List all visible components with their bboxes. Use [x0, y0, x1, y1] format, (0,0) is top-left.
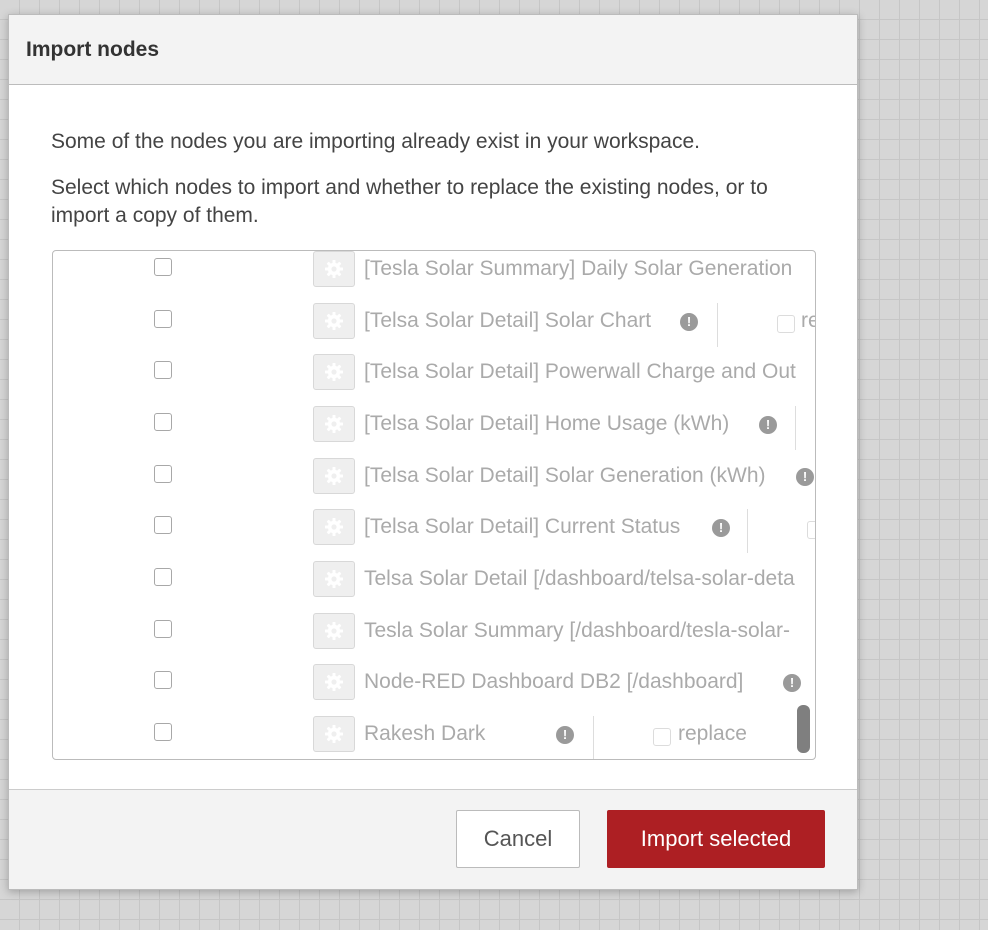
exclamation-circle-icon: ! [796, 468, 814, 486]
list-scrollbar-thumb[interactable] [797, 705, 810, 753]
column-divider [795, 406, 796, 450]
node-label: [Tesla Solar Summary] Daily Solar Genera… [364, 257, 793, 280]
import-node-checkbox[interactable] [154, 258, 172, 276]
exclamation-circle-icon: ! [759, 416, 777, 434]
replace-label: re [801, 309, 815, 332]
node-row: [Telsa Solar Detail] Current Status! [53, 509, 815, 561]
import-node-checkbox[interactable] [154, 620, 172, 638]
dialog-body: Some of the nodes you are importing alre… [9, 85, 857, 789]
import-node-checkbox[interactable] [154, 671, 172, 689]
exclamation-circle-icon: ! [556, 726, 574, 744]
node-label: Telsa Solar Detail [/dashboard/telsa-sol… [364, 567, 795, 590]
node-row: Rakesh Dark! replace [53, 716, 815, 759]
node-label: [Telsa Solar Detail] Solar Generation (k… [364, 464, 766, 487]
node-label: [Telsa Solar Detail] Solar Chart [364, 309, 652, 332]
node-config-button[interactable] [313, 613, 355, 649]
node-label: [Telsa Solar Detail] Current Status [364, 515, 681, 538]
column-divider [747, 509, 748, 553]
import-node-checkbox[interactable] [154, 516, 172, 534]
node-label: [Telsa Solar Detail] Home Usage (kWh) [364, 412, 730, 435]
dialog-title: Import nodes [26, 38, 160, 61]
cancel-button[interactable]: Cancel [456, 810, 580, 868]
exclamation-circle-icon: ! [712, 519, 730, 537]
node-row: [Telsa Solar Detail] Solar Generation (k… [53, 458, 815, 510]
replace-label: replace [678, 722, 747, 745]
node-label: [Telsa Solar Detail] Powerwall Charge an… [364, 360, 796, 383]
node-row: Node-RED Dashboard DB2 [/dashboard]! [53, 664, 815, 716]
existing-nodes-message: Some of the nodes you are importing alre… [51, 130, 701, 153]
import-node-checkbox[interactable] [154, 413, 172, 431]
node-label: Tesla Solar Summary [/dashboard/tesla-so… [364, 619, 791, 642]
import-node-checkbox[interactable] [154, 465, 172, 483]
replace-checkbox[interactable] [807, 521, 815, 539]
node-config-button[interactable] [313, 354, 355, 390]
select-nodes-instructions: Select which nodes to import and whether… [51, 176, 768, 227]
import-node-checkbox[interactable] [154, 568, 172, 586]
dialog-header: Import nodes [9, 15, 857, 85]
column-divider [593, 716, 594, 759]
node-config-button[interactable] [313, 716, 355, 752]
import-nodes-dialog: Import nodes Some of the nodes you are i… [8, 14, 858, 890]
import-selected-button[interactable]: Import selected [607, 810, 825, 868]
column-divider [717, 303, 718, 347]
node-config-button[interactable] [313, 251, 355, 287]
import-node-checkbox[interactable] [154, 310, 172, 328]
node-label: Node-RED Dashboard DB2 [/dashboard] [364, 670, 744, 693]
node-row: Tesla Solar Summary [/dashboard/tesla-so… [53, 613, 815, 665]
node-config-button[interactable] [313, 303, 355, 339]
import-node-checkbox[interactable] [154, 361, 172, 379]
node-row: [Telsa Solar Detail] Powerwall Charge an… [53, 354, 815, 406]
node-config-button[interactable] [313, 664, 355, 700]
node-config-button[interactable] [313, 561, 355, 597]
node-config-button[interactable] [313, 406, 355, 442]
node-row: [Telsa Solar Detail] Home Usage (kWh)! [53, 406, 815, 458]
exclamation-circle-icon: ! [783, 674, 801, 692]
node-row: [Tesla Solar Summary] Daily Solar Genera… [53, 251, 815, 303]
exclamation-circle-icon: ! [680, 313, 698, 331]
node-config-button[interactable] [313, 458, 355, 494]
replace-checkbox[interactable] [777, 315, 795, 333]
import-node-checkbox[interactable] [154, 723, 172, 741]
node-label: Rakesh Dark [364, 722, 486, 745]
dialog-footer: Cancel Import selected [9, 789, 857, 889]
node-row: Telsa Solar Detail [/dashboard/telsa-sol… [53, 561, 815, 613]
replace-checkbox[interactable] [653, 728, 671, 746]
node-config-button[interactable] [313, 509, 355, 545]
node-import-list[interactable]: [Tesla Solar Summary] Daily Solar Genera… [52, 250, 816, 760]
node-row: [Telsa Solar Detail] Solar Chart! re [53, 303, 815, 355]
